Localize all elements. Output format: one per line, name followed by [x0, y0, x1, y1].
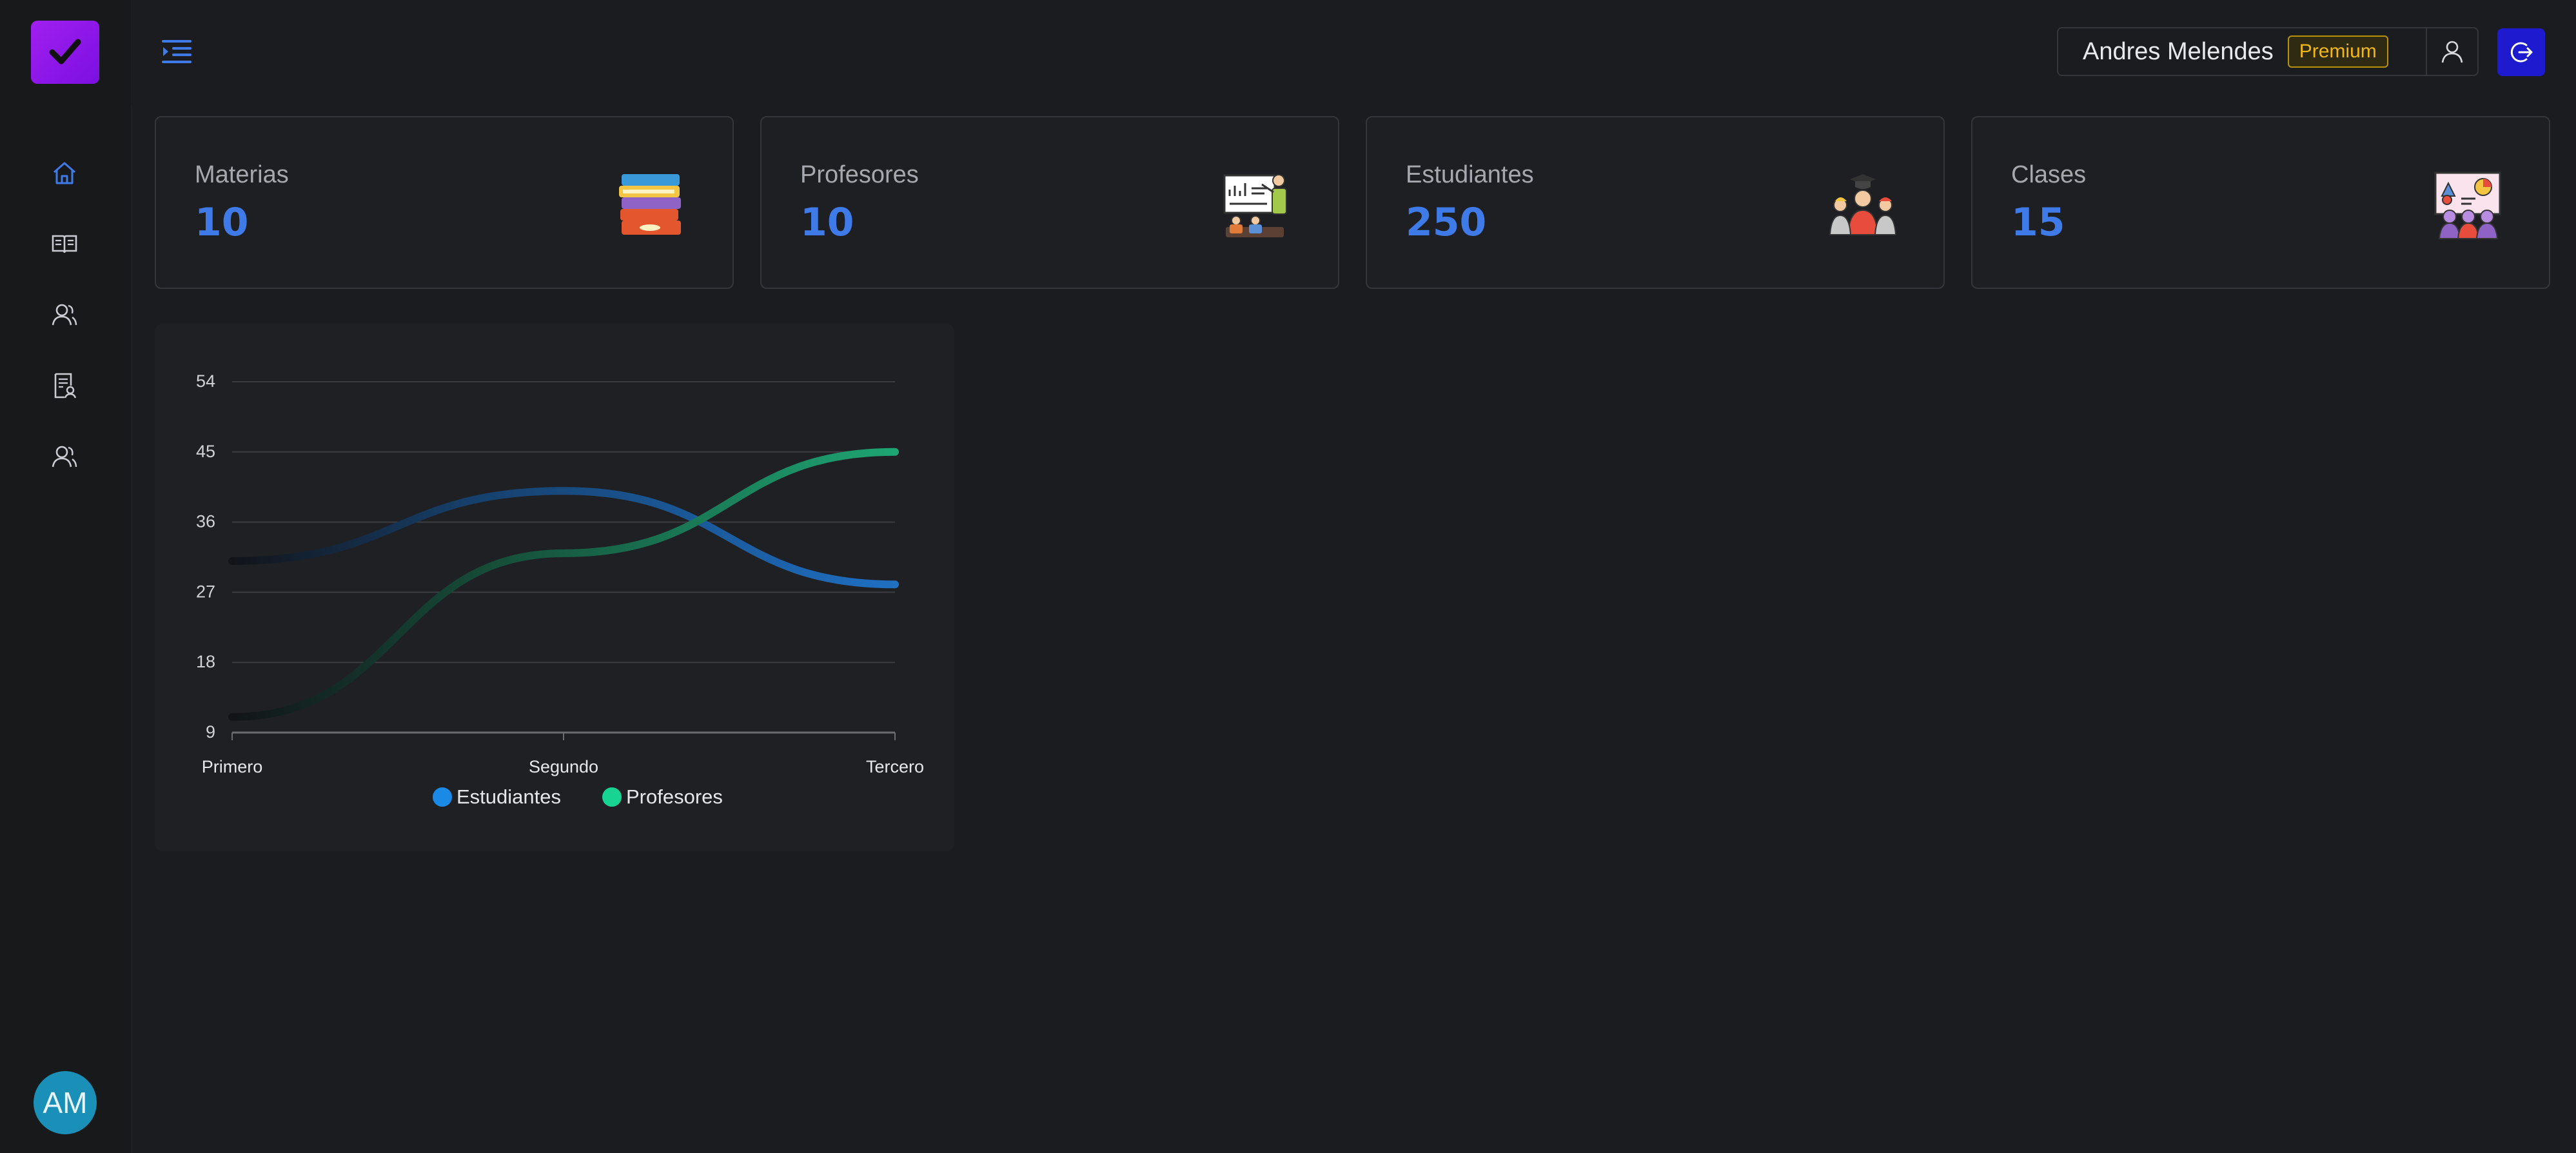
class-presentation-icon — [2434, 172, 2501, 239]
avatar[interactable]: AM — [34, 1071, 97, 1134]
x-tick-label: Segundo — [529, 757, 598, 776]
stat-value: 250 — [1406, 200, 1487, 245]
sidebar-item-profesores[interactable] — [44, 294, 85, 335]
user-name: Andres Melendes — [2083, 37, 2274, 65]
sidebar: AM — [0, 0, 132, 1153]
premium-badge: Premium — [2287, 35, 2388, 68]
logout-icon — [2510, 42, 2533, 63]
books-icon — [619, 174, 681, 235]
legend-label: Profesores — [626, 785, 723, 808]
menu-indent-icon — [162, 40, 192, 63]
stat-card-estudiantes: Estudiantes 250 — [1366, 116, 1945, 289]
y-tick-label: 45 — [196, 442, 215, 461]
chart-card: 9 18 27 36 45 54 Primero Segundo Tercero Estudi… — [155, 324, 954, 851]
stat-card-clases: Clases 15 — [1971, 116, 2550, 289]
y-tick-label: 27 — [196, 582, 215, 601]
checkmark-icon — [49, 39, 81, 64]
user-icon — [2441, 41, 2463, 63]
avatar-initials: AM — [43, 1086, 88, 1119]
sidebar-item-estudiantes[interactable] — [44, 436, 85, 477]
stat-card-profesores: Profesores 10 — [760, 116, 1339, 289]
book-open-icon — [52, 235, 77, 253]
sidebar-item-home[interactable] — [44, 152, 85, 193]
sidebar-item-materias[interactable] — [44, 223, 85, 264]
report-icon — [54, 373, 77, 399]
stat-label: Clases — [2011, 161, 2087, 188]
y-tick-label: 36 — [196, 512, 215, 531]
stat-label: Profesores — [800, 161, 919, 188]
x-tick-label: Primero — [202, 757, 263, 776]
y-tick-label: 54 — [196, 371, 215, 391]
sidebar-item-reportes[interactable] — [44, 365, 85, 406]
app-logo[interactable] — [31, 21, 99, 84]
teacher-board-icon — [1223, 174, 1287, 237]
y-tick-label: 9 — [206, 722, 215, 742]
legend-label: Estudiantes — [457, 785, 561, 808]
stat-label: Estudiantes — [1406, 161, 1534, 188]
x-tick-label: Tercero — [866, 757, 924, 776]
stat-value: 10 — [195, 200, 249, 245]
stat-value: 15 — [2011, 200, 2065, 245]
home-icon — [54, 162, 75, 184]
line-chart: 9 18 27 36 45 54 Primero Segundo Tercero Estudi… — [196, 371, 924, 808]
stat-value: 10 — [800, 200, 854, 245]
students-graduation-icon — [1829, 174, 1897, 235]
profile-button[interactable] — [2426, 28, 2477, 75]
legend-marker — [433, 787, 452, 807]
menu-toggle-button[interactable] — [158, 32, 197, 71]
logout-button[interactable] — [2497, 28, 2545, 76]
stat-label: Materias — [195, 161, 289, 188]
legend-marker — [602, 787, 622, 807]
series-line-estudiantes — [228, 487, 899, 589]
users-icon — [52, 446, 77, 468]
user-info: Andres Melendes Premium — [2057, 27, 2479, 76]
stat-card-materias: Materias 10 — [155, 116, 734, 289]
y-tick-label: 18 — [196, 652, 215, 671]
users-icon — [52, 304, 77, 326]
